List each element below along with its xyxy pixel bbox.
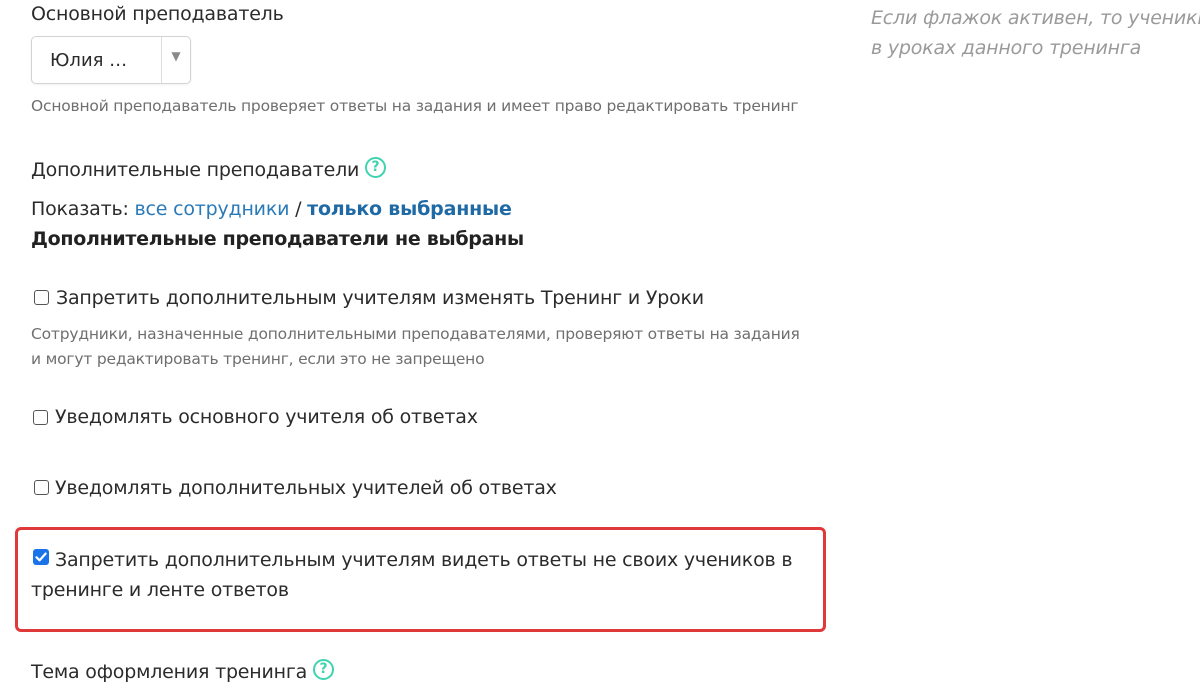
forbid-edit-label[interactable]: Запретить дополнительным учителям изменя… bbox=[56, 287, 704, 309]
main-teacher-help-text: Основной преподаватель проверяет ответы … bbox=[31, 97, 799, 115]
show-only-selected-link[interactable]: только выбранные bbox=[307, 198, 512, 220]
side-hint-line2: в уроках данного тренинга bbox=[871, 37, 1142, 59]
show-filter-line: Показать: все сотрудники / только выбран… bbox=[31, 198, 512, 220]
no-additional-teachers-text: Дополнительные преподаватели не выбраны bbox=[31, 228, 524, 250]
help-question-icon[interactable]: ? bbox=[365, 157, 386, 178]
forbid-edit-help-line2: и могут редактировать тренинг, если это … bbox=[31, 350, 485, 368]
main-teacher-select[interactable]: Юлия … ▼ bbox=[31, 36, 191, 84]
additional-teachers-label: Дополнительные преподаватели bbox=[31, 159, 360, 181]
notify-main-checkbox[interactable] bbox=[33, 410, 48, 425]
chevron-down-icon[interactable]: ▼ bbox=[163, 49, 189, 63]
show-all-employees-link[interactable]: все сотрудники bbox=[135, 198, 290, 220]
show-separator: / bbox=[295, 198, 302, 220]
theme-help-question-icon[interactable]: ? bbox=[313, 659, 334, 680]
notify-additional-checkbox[interactable] bbox=[34, 480, 49, 495]
forbid-edit-checkbox[interactable] bbox=[34, 290, 49, 305]
forbid-view-label[interactable]: Запретить дополнительным учителям видеть… bbox=[31, 545, 801, 605]
theme-label: Тема оформления тренинга bbox=[31, 661, 308, 683]
notify-main-label[interactable]: Уведомлять основного учителя об ответах bbox=[55, 406, 478, 428]
show-prefix: Показать: bbox=[31, 198, 129, 220]
notify-additional-label[interactable]: Уведомлять дополнительных учителей об от… bbox=[55, 477, 557, 499]
select-divider bbox=[161, 37, 162, 83]
side-hint-line1: Если флажок активен, то ученики bbox=[871, 7, 1200, 29]
forbid-edit-help-line1: Сотрудники, назначенные дополнительными … bbox=[31, 325, 800, 343]
main-teacher-label: Основной преподаватель bbox=[31, 3, 284, 25]
main-teacher-select-value: Юлия … bbox=[50, 50, 128, 71]
